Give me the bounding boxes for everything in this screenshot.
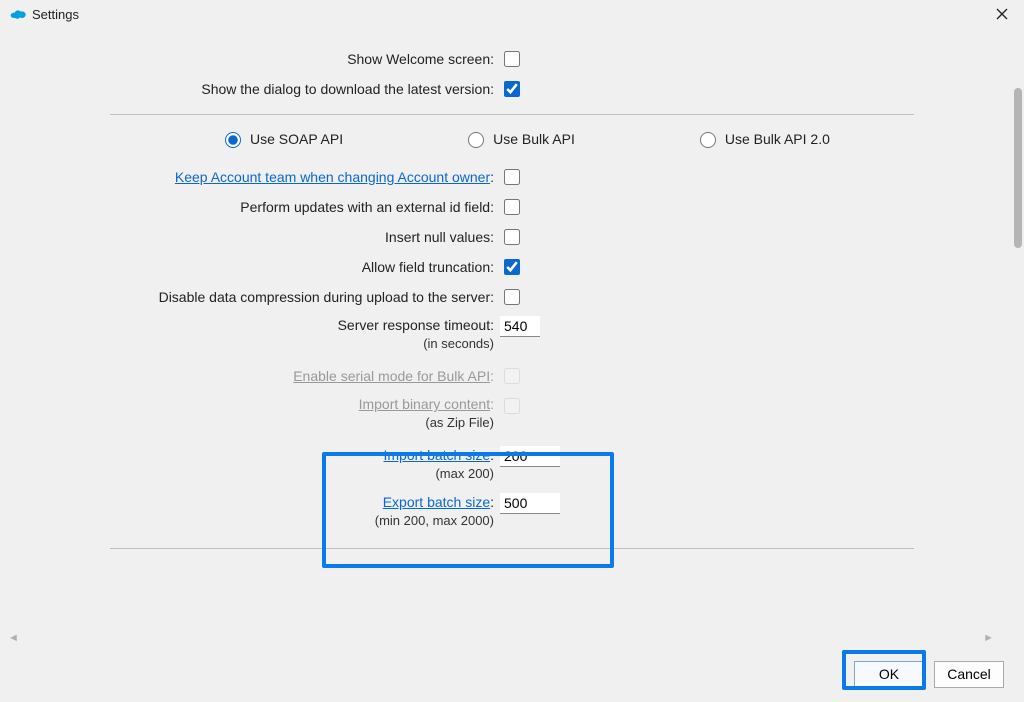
divider bbox=[110, 114, 914, 115]
vertical-scrollbar[interactable] bbox=[1014, 88, 1022, 248]
export-batch-size-sublabel: (min 200, max 2000) bbox=[375, 513, 494, 528]
window-title: Settings bbox=[32, 7, 988, 22]
close-icon bbox=[996, 8, 1008, 20]
show-download-checkbox[interactable] bbox=[504, 81, 520, 97]
radio-bulk2-api[interactable]: Use Bulk API 2.0 bbox=[695, 129, 830, 148]
enable-serial-bulk-link: Enable serial mode for Bulk API bbox=[293, 368, 490, 384]
import-batch-size-input[interactable] bbox=[500, 446, 560, 467]
import-binary-checkbox bbox=[504, 398, 520, 414]
server-timeout-sublabel: (in seconds) bbox=[423, 336, 494, 351]
radio-soap-label: Use SOAP API bbox=[250, 131, 343, 147]
titlebar: Settings bbox=[0, 0, 1024, 28]
insert-null-checkbox[interactable] bbox=[504, 229, 520, 245]
scroll-left-icon[interactable]: ◄ bbox=[8, 632, 19, 644]
content-area: Show Welcome screen: Show the dialog to … bbox=[0, 28, 1024, 702]
import-binary-sublabel: (as Zip File) bbox=[425, 415, 494, 430]
settings-window: Settings Show Welcome screen: Show the d… bbox=[0, 0, 1024, 702]
allow-truncation-checkbox[interactable] bbox=[504, 259, 520, 275]
disable-compression-label: Disable data compression during upload t… bbox=[110, 288, 500, 306]
perform-updates-label: Perform updates with an external id fiel… bbox=[110, 198, 500, 216]
api-radio-group: Use SOAP API Use Bulk API Use Bulk API 2… bbox=[110, 129, 914, 148]
disable-compression-checkbox[interactable] bbox=[504, 289, 520, 305]
divider-2 bbox=[110, 548, 914, 549]
radio-bulk-label: Use Bulk API bbox=[493, 131, 575, 147]
salesforce-logo-icon bbox=[10, 8, 26, 20]
enable-serial-bulk-checkbox bbox=[504, 368, 520, 384]
ok-button[interactable]: OK bbox=[854, 661, 924, 688]
keep-account-team-checkbox[interactable] bbox=[504, 169, 520, 185]
scroll-right-icon[interactable]: ► bbox=[983, 632, 994, 644]
radio-bulk2-label: Use Bulk API 2.0 bbox=[725, 131, 830, 147]
cancel-button[interactable]: Cancel bbox=[934, 661, 1004, 688]
radio-bulk2-input[interactable] bbox=[700, 132, 716, 148]
radio-bulk-input[interactable] bbox=[468, 132, 484, 148]
export-batch-size-input[interactable] bbox=[500, 493, 560, 514]
perform-updates-checkbox[interactable] bbox=[504, 199, 520, 215]
export-batch-size-link[interactable]: Export batch size bbox=[383, 494, 490, 510]
import-batch-size-sublabel: (max 200) bbox=[435, 466, 494, 481]
close-button[interactable] bbox=[988, 0, 1016, 28]
radio-bulk-api[interactable]: Use Bulk API bbox=[463, 129, 575, 148]
scroll-region[interactable]: Show Welcome screen: Show the dialog to … bbox=[0, 28, 1024, 702]
insert-null-label: Insert null values: bbox=[110, 228, 500, 246]
horizontal-scrollbar[interactable]: ◄ ► bbox=[8, 631, 994, 645]
import-binary-link: Import binary content bbox=[359, 396, 491, 412]
server-timeout-label: Server response timeout: bbox=[338, 317, 494, 333]
server-timeout-input[interactable] bbox=[500, 316, 540, 337]
radio-soap-api[interactable]: Use SOAP API bbox=[220, 129, 343, 148]
radio-soap-input[interactable] bbox=[225, 132, 241, 148]
import-batch-size-link[interactable]: Import batch size bbox=[384, 447, 491, 463]
keep-account-team-link[interactable]: Keep Account team when changing Account … bbox=[175, 169, 490, 185]
show-download-label: Show the dialog to download the latest v… bbox=[110, 80, 500, 98]
allow-truncation-label: Allow field truncation: bbox=[110, 258, 500, 276]
show-welcome-checkbox[interactable] bbox=[504, 51, 520, 67]
show-welcome-label: Show Welcome screen: bbox=[110, 50, 500, 68]
dialog-footer: OK Cancel bbox=[0, 646, 1024, 702]
